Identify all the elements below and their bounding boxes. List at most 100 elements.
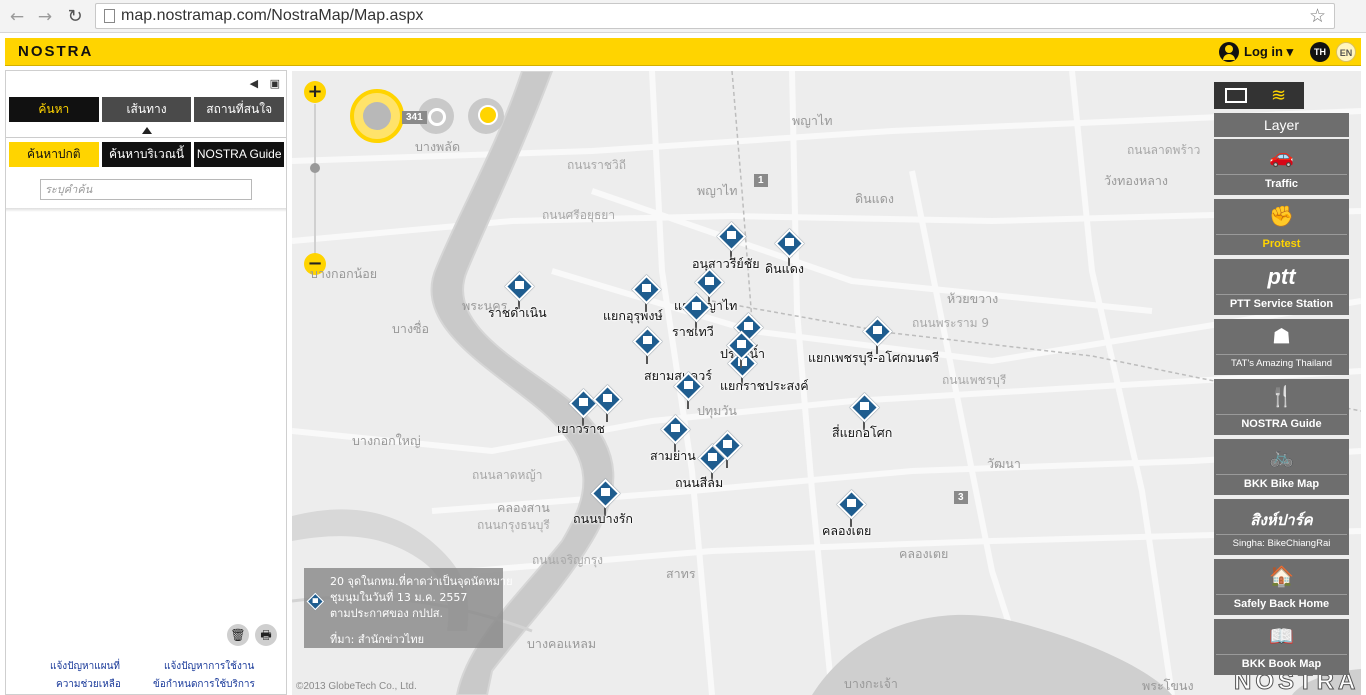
back-icon[interactable]: ← [6,6,28,28]
book-icon: 📖 [1269,626,1294,648]
collapse-arrow-icon[interactable] [142,127,152,134]
help-link[interactable]: ความช่วยเหลือ [56,677,121,692]
url-text[interactable]: map.nostramap.com/NostraMap/Map.aspx [121,7,423,25]
subtab-normal-search[interactable]: ค้นหาปกติ [9,142,99,167]
protest-marker-icon[interactable] [712,430,743,469]
place-label: ถนนราชวิถี [567,158,627,172]
layer-label: TAT's Amazing Thailand [1230,358,1333,369]
collapse-panel-icon[interactable]: ◀ [250,77,258,90]
protest-label[interactable]: ถนนบางรัก [573,509,633,529]
layer-label: NOSTRA Guide [1241,418,1322,430]
place-label: บางพลัด [415,139,461,154]
protest-label[interactable]: ถนนสีลม [675,473,723,493]
subtab-nostra-guide[interactable]: NOSTRA Guide [194,142,285,167]
layer-bkk-book-map-button[interactable]: 📖 BKK Book Map [1214,619,1349,675]
tab-poi[interactable]: สถานที่สนใจ [194,97,285,122]
report-usage-link[interactable]: แจ้งปัญหาการใช้งาน [164,659,254,674]
protest-icon: ✊ [1269,206,1294,228]
zoom-slider-track[interactable] [314,104,316,254]
layer-label: PTT Service Station [1229,298,1334,310]
divider [1216,414,1347,415]
bookmark-star-icon[interactable]: ☆ [1309,5,1326,27]
layer-bkk-bike-map-button[interactable]: 🚲 BKK Bike Map [1214,439,1349,495]
tat-icon: ☗ [1272,326,1291,348]
subtab-nearby-search[interactable]: ค้นหาบริเวณนี้ [101,142,192,167]
place-label: คลองสาน [497,500,550,515]
user-icon [1219,42,1239,62]
drop-pin-icon[interactable] [468,98,504,134]
map-canvas[interactable]: + − พญาไท พญาไท บางพลัด ถนนราชวิถี ถนนศรีอยุ… [292,71,1361,695]
tab-route[interactable]: เส้นทาง [101,97,192,122]
divider [6,208,286,212]
layers-icon[interactable]: ≋ [1271,85,1286,106]
protest-label[interactable]: แยกอุรุพงษ์ [603,306,663,326]
tab-search[interactable]: ค้นหา [9,97,99,122]
layer-singha-bikechiangrai-button[interactable]: สิงห์ปาร์ค Singha: BikeChiangRai [1214,499,1349,555]
protest-label[interactable]: แยกเพชรบุรี-อโศกมนตรี [808,348,939,368]
place-label: ถนนศรีอยุธยา [542,208,616,222]
route-shield: 3 [954,491,968,504]
divider [1216,294,1347,295]
layer-nostra-guide-button[interactable]: 🍴 NOSTRA Guide [1214,379,1349,435]
pan-control[interactable] [350,89,404,143]
info-marker-icon [306,592,325,616]
protest-label[interactable]: แยกราชประสงค์ [720,376,809,396]
reload-icon[interactable]: ↻ [64,6,86,28]
zoom-in-button[interactable]: + [304,81,326,103]
place-label: บางซื่อ [392,321,430,336]
route-shield: 1 [754,174,768,187]
place-label: ถนนเจริญกรุง [532,553,604,567]
lang-th-button[interactable]: TH [1310,42,1330,62]
layer-tat-s-amazing-thailand-button[interactable]: ☗ TAT's Amazing Thailand [1214,319,1349,375]
place-label: ถนนพระราม 9 [912,316,990,330]
layer-label: Singha: BikeChiangRai [1232,538,1331,549]
place-label: บางคอแหลม [527,636,597,651]
zoom-slider-handle[interactable] [310,163,320,173]
place-label: สาทร [666,566,696,581]
divider [1216,594,1347,595]
place-label: คลองเตย [899,546,949,561]
protest-marker-icon[interactable] [632,326,663,365]
protest-label[interactable]: ราชเทวี [672,322,714,342]
protest-marker-icon[interactable] [592,384,623,423]
lang-en-button[interactable]: EN [1336,42,1356,62]
map-view-toggle[interactable]: ≋ [1214,82,1304,109]
layer-label: Traffic [1264,178,1298,190]
report-map-link[interactable]: แจ้งปัญหาแผนที่ [50,659,120,674]
place-label: ถนนลาดหญ้า [472,468,543,482]
window-toggle-icon[interactable]: ▣ [270,77,280,90]
print-icon[interactable]: 🖶 [255,624,277,646]
layer-safely-back-home-button[interactable]: 🏠 Safely Back Home [1214,559,1349,615]
place-label: ถนนเพชรบุรี [942,373,1007,387]
layer-ptt-service-station-button[interactable]: ptt PTT Service Station [1214,259,1349,315]
trash-icon[interactable]: 🗑 [227,624,249,646]
protest-marker-icon[interactable] [726,330,757,369]
layer-traffic-button[interactable]: 🚗 Traffic [1214,139,1349,195]
bike-icon: 🚲 [1269,446,1294,468]
place-label: บางกะเจ้า [844,676,898,691]
protest-label[interactable]: สี่แยกอโศก [832,423,892,443]
layer-protest-button[interactable]: ✊ Protest [1214,199,1349,255]
protest-marker-icon[interactable] [673,371,704,410]
side-panel: ◀ ▣ ค้นหา เส้นทาง สถานที่สนใจ ค้นหาปกติ … [5,70,287,695]
protest-label[interactable]: ดินแดง [765,259,804,279]
search-input[interactable] [40,179,252,200]
divider [1216,474,1347,475]
protest-label[interactable]: ราชดำเนิน [488,303,547,323]
address-bar[interactable]: map.nostramap.com/NostraMap/Map.aspx ☆ [95,3,1335,29]
layer-label: Safely Back Home [1233,598,1330,610]
singha-icon: สิงห์ปาร์ค [1250,512,1313,529]
forward-icon[interactable]: → [34,6,56,28]
map-view-icon[interactable] [1225,88,1247,103]
main-tabs: ค้นหา เส้นทาง สถานที่สนใจ [9,97,285,122]
page-icon [104,9,115,23]
app-header: NOSTRA Log in ▾ TH EN [5,38,1361,66]
divider [1216,654,1347,655]
protest-label[interactable]: คลองเตย [822,521,871,541]
place-label: พระโขนง [1142,678,1194,693]
terms-link[interactable]: ข้อกำหนดการใช้บริการ [153,677,255,692]
home-icon: 🏠 [1269,566,1294,588]
brand-logo[interactable]: NOSTRA [18,43,93,60]
protest-label[interactable]: สามย่าน [650,446,696,466]
layer-label: BKK Bike Map [1243,478,1320,490]
